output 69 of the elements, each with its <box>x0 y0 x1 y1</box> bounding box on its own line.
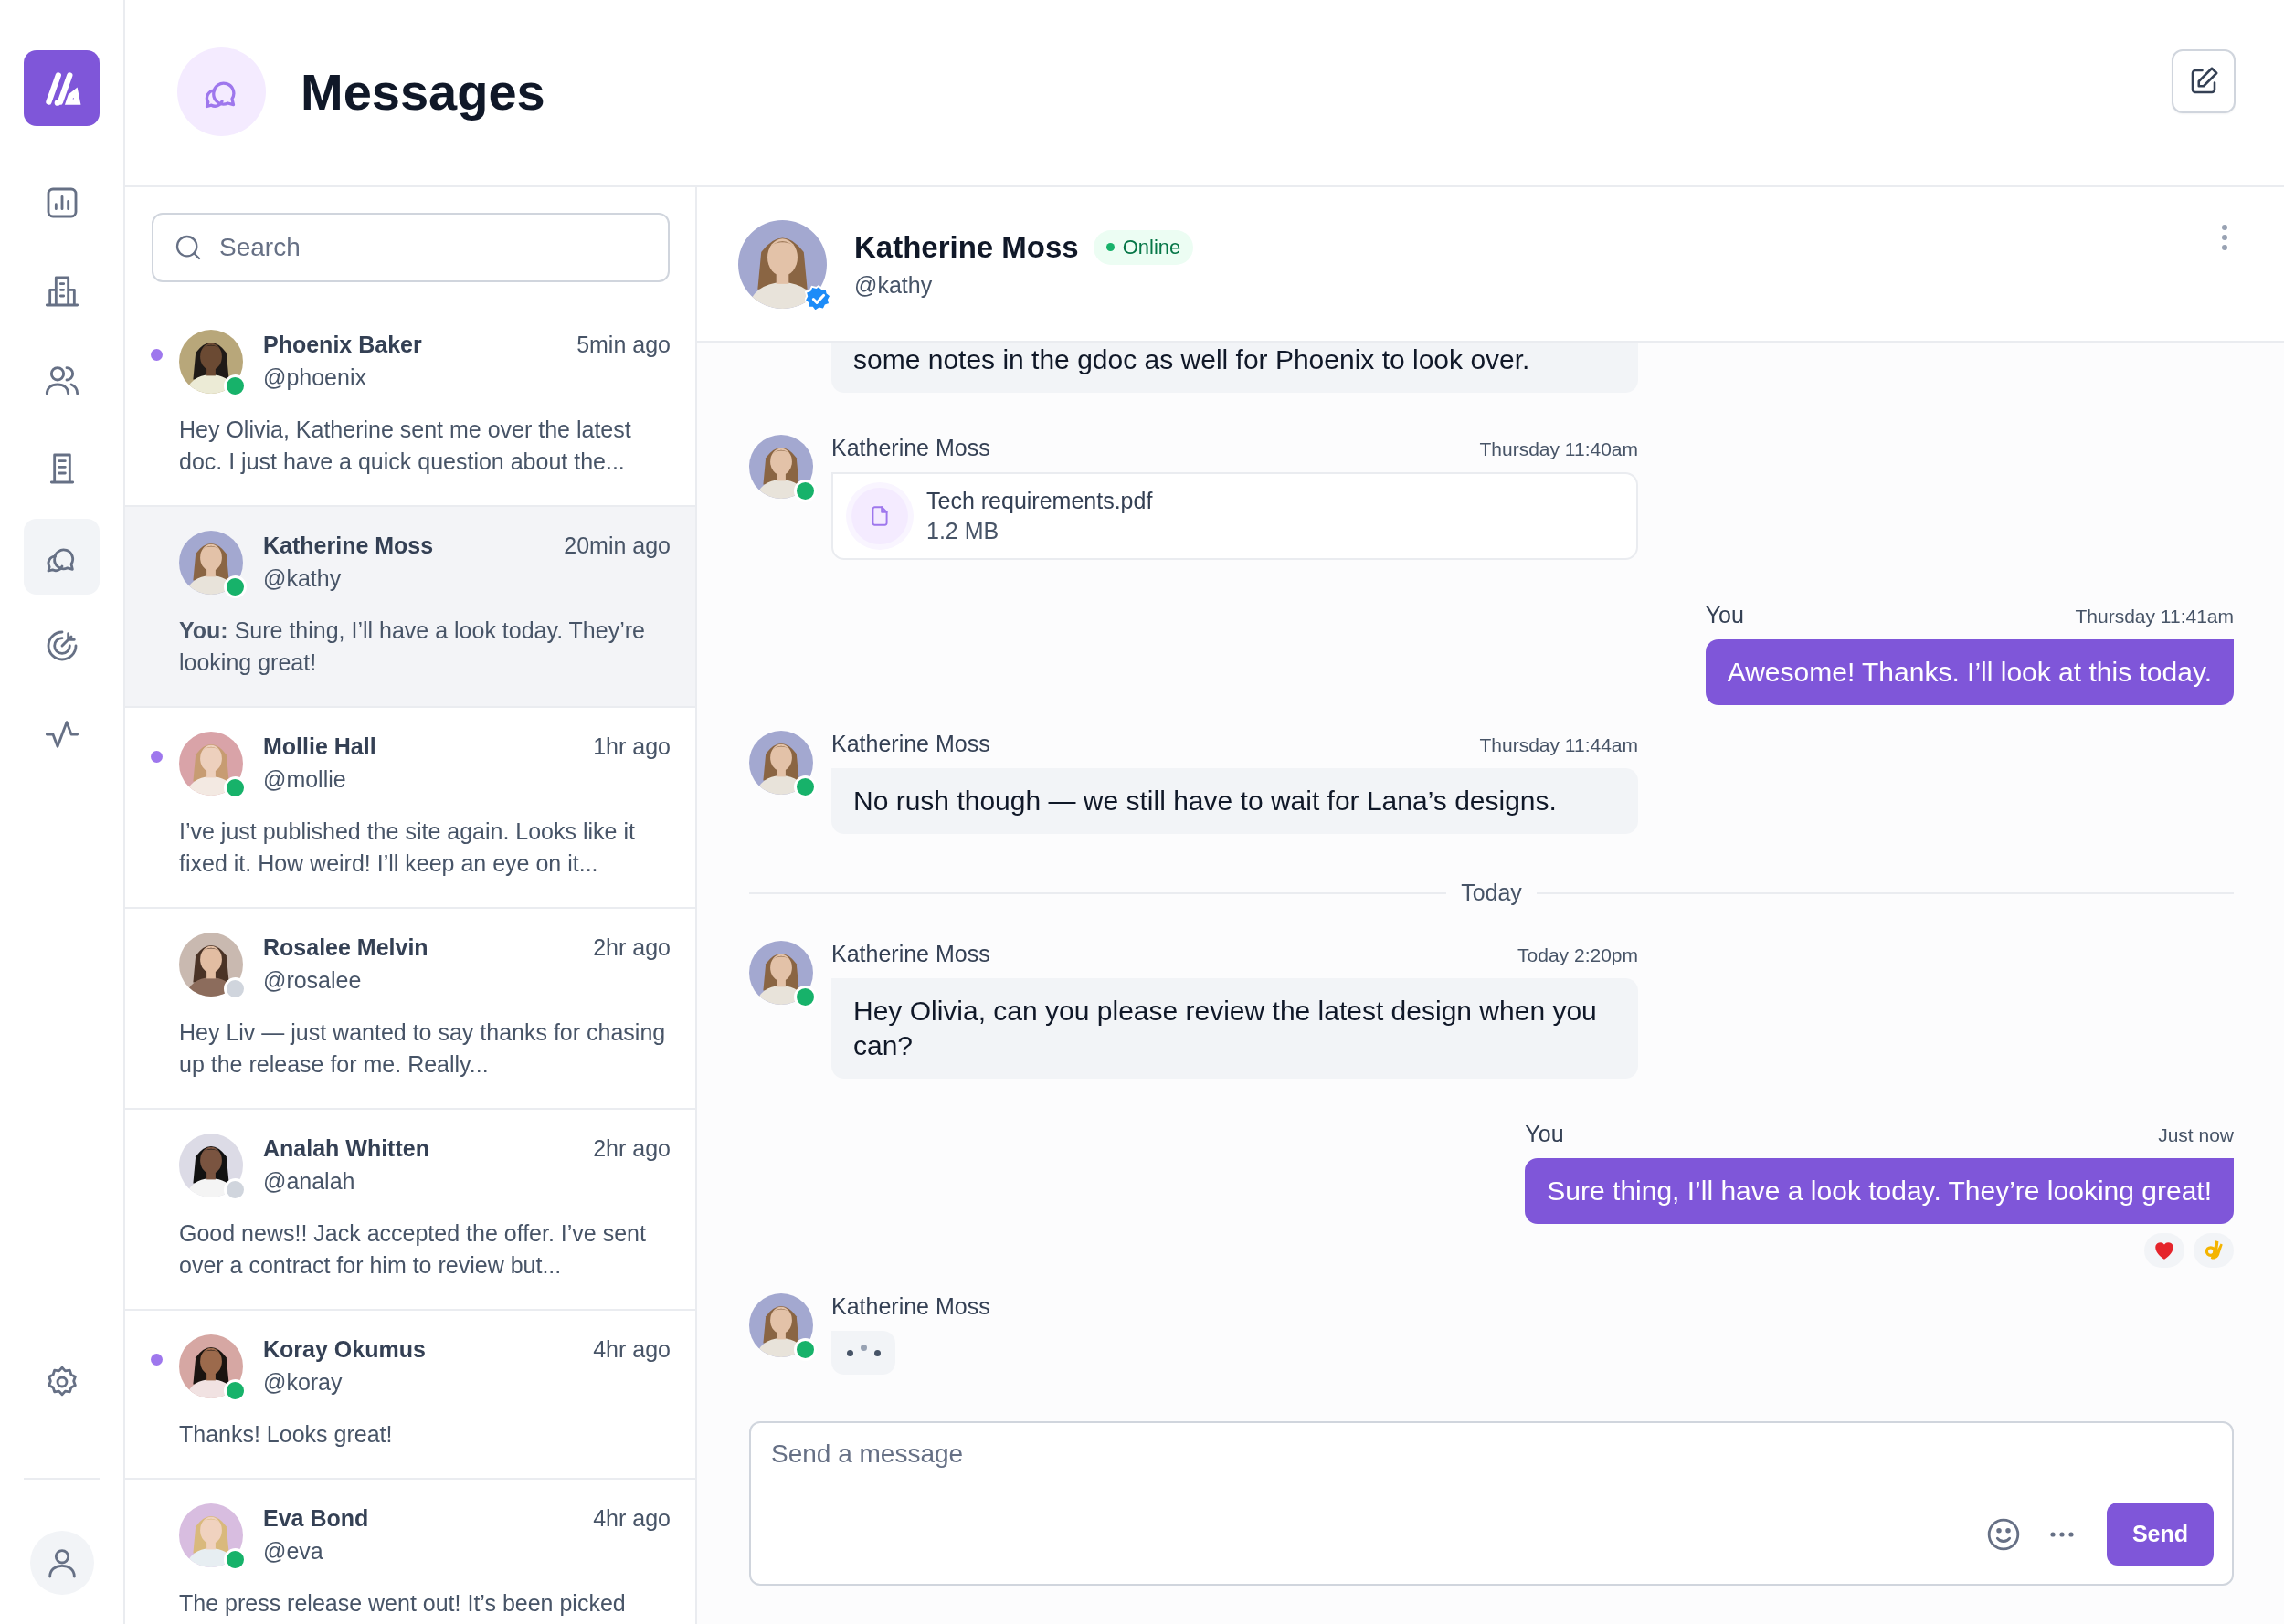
message-preview: I’ve just published the site again. Looks like it fixed it. How weird! I’ll keep an eye on it... <box>179 817 636 878</box>
file-name: Tech requirements.pdf <box>926 488 1153 514</box>
contact-name: Katherine Moss <box>263 532 435 560</box>
more-vertical-icon <box>2221 224 2228 251</box>
contact-handle: @rosalee <box>263 966 363 995</box>
contact-name: Katherine Moss <box>854 229 1079 265</box>
conversation-item[interactable]: Rosalee Melvin @rosalee 2hr ago Hey Liv — just wanted to say thanks for chasing up the release for me. Really... <box>125 909 695 1110</box>
reaction-chip[interactable] <box>2144 1233 2184 1268</box>
message-bubble: some notes in the gdoc as well for Phoenix to look over. <box>831 343 1638 393</box>
file-size: 1.2 MB <box>926 518 1000 544</box>
contact-handle: @mollie <box>263 765 347 794</box>
sender-name: You <box>1525 1121 1564 1147</box>
contact-handle: @kathy <box>854 271 934 299</box>
logo-icon[interactable] <box>24 50 100 126</box>
message-preview: You: Sure thing, I’ll have a look today. They’re looking great! <box>179 617 646 677</box>
send-button[interactable]: Send <box>2106 1503 2214 1566</box>
message-time: 1hr ago <box>593 733 671 761</box>
message-bubble: Sure thing, I’ll have a look today. They’re looking great! <box>1525 1158 2234 1224</box>
message-time: Today 2:20pm <box>1517 944 1638 966</box>
nav-button[interactable] <box>24 519 100 595</box>
contact-name: Rosalee Melvin <box>263 933 429 962</box>
message-bubble: No rush though — we still have to wait for Lana’s designs. <box>831 768 1638 834</box>
contact-name: Koray Okumus <box>263 1335 427 1364</box>
sender-name: You <box>1705 602 1744 628</box>
message-time: Just now <box>2158 1124 2234 1146</box>
typing-indicator <box>831 1331 895 1375</box>
file-attachment[interactable]: Tech requirements.pdf 1.2 MB <box>831 472 1638 560</box>
message-time: 4hr ago <box>593 1335 671 1364</box>
conversation-item[interactable]: Eva Bond @eva 4hr ago The press release went out! It’s been picked <box>125 1480 695 1624</box>
conversation-item[interactable]: Analah Whitten @analah 2hr ago Good news!! Jack accepted the offer. I’ve sent over a contract for him to review but... <box>125 1110 695 1311</box>
message-preview: The press release went out! It’s been picked <box>179 1589 627 1618</box>
conversation-item[interactable]: Mollie Hall @mollie 1hr ago I’ve just published the site again. Looks like it fixed it. How weird! I’ll keep an eye on it... <box>125 708 695 909</box>
message-time: Thursday 11:41am <box>2075 606 2234 627</box>
message-preview: Hey Liv — just wanted to say thanks for chasing up the release for me. Really... <box>179 1018 667 1079</box>
message-preview: Hey Olivia, Katherine sent me over the latest doc. I just have a quick question about the... <box>179 416 632 476</box>
sender-name: Katherine Moss <box>831 731 990 757</box>
contact-name: Eva Bond <box>263 1504 370 1533</box>
contact-handle: @analah <box>263 1167 356 1196</box>
sender-name: Katherine Moss <box>831 435 990 461</box>
message-time: 2hr ago <box>593 1134 671 1163</box>
contact-name: Phoenix Baker <box>263 331 423 359</box>
contact-handle: @koray <box>263 1368 344 1397</box>
page-title: Messages <box>301 61 545 121</box>
compose-button[interactable] <box>2172 49 2236 113</box>
message-time: Thursday 11:44am <box>1479 734 1638 756</box>
message-bubble: Awesome! Thanks. I’ll look at this today. <box>1705 639 2234 705</box>
search-field[interactable]: Search <box>152 213 670 282</box>
message-preview: Good news!! Jack accepted the offer. I’ve sent over a contract for him to review but... <box>179 1219 647 1280</box>
contact-name: Mollie Hall <box>263 733 377 761</box>
date-divider: Today <box>1461 880 1522 906</box>
contact-name: Analah Whitten <box>263 1134 430 1163</box>
message-time: 2hr ago <box>593 933 671 962</box>
search-icon <box>174 233 203 262</box>
conversation-item[interactable]: Koray Okumus @koray 4hr ago Thanks! Looks great! <box>125 1311 695 1480</box>
message-time: Thursday 11:40am <box>1479 438 1638 460</box>
sender-name: Katherine Moss <box>831 1293 990 1320</box>
conversation-item[interactable]: Katherine Moss @kathy 20min ago You: Sure thing, I’ll have a look today. They’re looking great! <box>125 507 695 708</box>
contact-handle: @eva <box>263 1537 324 1566</box>
contact-handle: @phoenix <box>263 364 367 392</box>
sender-name: Katherine Moss <box>831 941 990 967</box>
message-preview: Thanks! Looks great! <box>179 1420 394 1449</box>
contact-handle: @kathy <box>263 564 343 593</box>
message-time: 4hr ago <box>593 1504 671 1533</box>
more-horizontal-icon <box>2049 1531 2074 1537</box>
message-time: 20min ago <box>564 532 671 560</box>
status-badge: Online <box>1093 229 1194 265</box>
message-time: 5min ago <box>576 331 671 359</box>
message-bubble: Hey Olivia, can you please review the latest design when you can? <box>831 978 1638 1079</box>
message-field[interactable]: Send a message Send <box>749 1421 2234 1586</box>
